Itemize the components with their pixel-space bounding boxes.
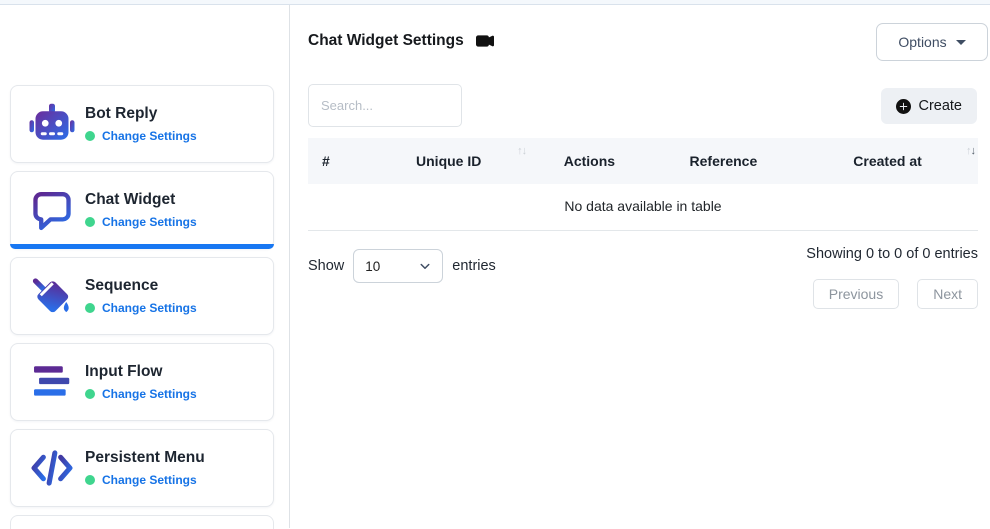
page-size-select[interactable]: 10	[353, 249, 443, 283]
show-label: Show	[308, 258, 344, 274]
status-dot	[85, 217, 95, 227]
status-dot	[85, 475, 95, 485]
previous-button[interactable]: Previous	[813, 279, 899, 309]
column-header-created-at[interactable]: Created at ↑↓	[797, 138, 978, 184]
create-button[interactable]: Create	[881, 88, 977, 124]
options-label: Options	[898, 34, 946, 50]
main-panel: Chat Widget Settings Options Create	[290, 5, 990, 528]
page-size-value: 10	[365, 259, 380, 274]
empty-message: No data available in table	[308, 184, 978, 231]
column-header-actions[interactable]: Actions	[529, 138, 650, 184]
sidebar-card-bot-reply[interactable]: Bot Reply Change Settings	[10, 85, 274, 163]
page-size-group: Show 10 entries	[308, 249, 496, 283]
plus-circle-icon	[896, 99, 911, 114]
card-title: Chat Widget	[85, 191, 197, 209]
status-dot	[85, 131, 95, 141]
search-input[interactable]	[308, 84, 462, 127]
robot-icon	[28, 100, 76, 148]
sidebar-card-input-flow[interactable]: Input Flow Change Settings	[10, 343, 274, 421]
next-button[interactable]: Next	[917, 279, 978, 309]
page-title: Chat Widget Settings	[308, 32, 464, 50]
sidebar-card-chat-widget[interactable]: Chat Widget Change Settings	[10, 171, 274, 249]
sidebar-card-persistent-menu[interactable]: Persistent Menu Change Settings	[10, 429, 274, 507]
change-settings-link[interactable]: Change Settings	[102, 473, 197, 487]
column-header-index[interactable]: #	[308, 138, 368, 184]
column-header-reference[interactable]: Reference	[650, 138, 797, 184]
sort-icon[interactable]: ↑↓	[966, 145, 975, 157]
code-icon	[28, 444, 76, 492]
paint-bucket-icon	[28, 272, 76, 320]
sidebar-card-sequence[interactable]: Sequence Change Settings	[10, 257, 274, 335]
table-controls: Show 10 entries Showing 0 to 0 of 0 entr…	[308, 246, 978, 309]
chat-bubble-icon	[28, 186, 76, 234]
bars-icon	[28, 358, 76, 406]
table-header-row: # Unique ID ↑↓ Actions Reference Created…	[308, 138, 978, 184]
empty-row: No data available in table	[308, 184, 978, 231]
change-settings-link[interactable]: Change Settings	[102, 301, 197, 315]
change-settings-link[interactable]: Change Settings	[102, 129, 197, 143]
caret-down-icon	[956, 40, 966, 45]
entries-summary: Showing 0 to 0 of 0 entries	[806, 246, 978, 262]
status-dot	[85, 303, 95, 313]
create-label: Create	[918, 98, 962, 114]
pager: Previous Next	[813, 279, 978, 309]
column-header-unique-id[interactable]: Unique ID ↑↓	[368, 138, 529, 184]
entries-label: entries	[452, 258, 496, 274]
card-title: Bot Reply	[85, 105, 197, 123]
active-indicator-bar	[10, 244, 274, 249]
sidebar-card-partial[interactable]	[10, 515, 274, 529]
pagination-area: Showing 0 to 0 of 0 entries Previous Nex…	[806, 246, 978, 309]
page-wrapper: Bot Reply Change Settings Chat Widget	[0, 5, 990, 528]
status-dot	[85, 389, 95, 399]
sort-icon[interactable]: ↑↓	[517, 145, 526, 157]
change-settings-link[interactable]: Change Settings	[102, 387, 197, 401]
options-dropdown-button[interactable]: Options	[876, 23, 988, 61]
settings-sidebar: Bot Reply Change Settings Chat Widget	[0, 5, 290, 528]
camera-video-icon	[476, 32, 494, 50]
card-title: Sequence	[85, 277, 197, 295]
data-table: # Unique ID ↑↓ Actions Reference Created…	[308, 138, 978, 231]
card-title: Input Flow	[85, 363, 197, 381]
card-title: Persistent Menu	[85, 449, 205, 467]
chevron-down-icon	[419, 260, 431, 272]
change-settings-link[interactable]: Change Settings	[102, 215, 197, 229]
table-toolbar: Create	[308, 84, 990, 127]
